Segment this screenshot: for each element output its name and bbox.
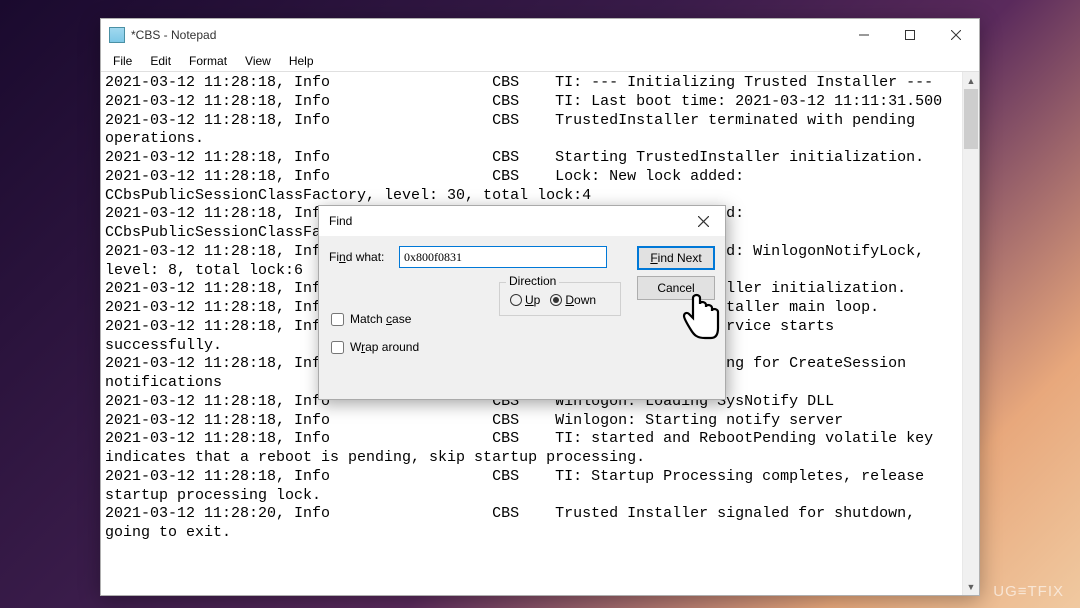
menu-format[interactable]: Format [181, 52, 235, 70]
direction-group: Direction Up Down [499, 282, 621, 316]
match-case-checkbox[interactable] [331, 313, 344, 326]
find-dialog: Find Find what: Find Next Cancel Match c… [318, 205, 726, 400]
vertical-scrollbar[interactable]: ▲ ▼ [962, 72, 979, 595]
find-close-button[interactable] [685, 208, 721, 234]
direction-label: Direction [506, 274, 559, 288]
direction-up-radio[interactable]: Up [510, 293, 540, 307]
direction-down-radio[interactable]: Down [550, 293, 596, 307]
window-title: *CBS - Notepad [131, 28, 841, 42]
find-body: Find what: Find Next Cancel Match case W… [319, 236, 725, 399]
menu-view[interactable]: View [237, 52, 279, 70]
find-what-input[interactable] [399, 246, 607, 268]
wrap-around-checkbox[interactable] [331, 341, 344, 354]
maximize-button[interactable] [887, 19, 933, 51]
window-controls [841, 19, 979, 51]
radio-icon [510, 294, 522, 306]
find-titlebar: Find [319, 206, 725, 236]
wrap-around-label: Wrap around [350, 340, 419, 354]
minimize-icon [859, 30, 869, 40]
close-icon [698, 216, 709, 227]
match-case-label: Match case [350, 312, 411, 326]
menu-file[interactable]: File [105, 52, 140, 70]
scroll-down-arrow[interactable]: ▼ [963, 578, 979, 595]
up-label: Up [525, 293, 540, 307]
find-next-button[interactable]: Find Next [637, 246, 715, 270]
scroll-thumb[interactable] [964, 89, 978, 149]
minimize-button[interactable] [841, 19, 887, 51]
titlebar: *CBS - Notepad [101, 19, 979, 51]
notepad-icon [109, 27, 125, 43]
menu-edit[interactable]: Edit [142, 52, 179, 70]
down-label: Down [565, 293, 596, 307]
scroll-up-arrow[interactable]: ▲ [963, 72, 979, 89]
maximize-icon [905, 30, 915, 40]
cancel-button[interactable]: Cancel [637, 276, 715, 300]
close-icon [951, 30, 961, 40]
find-what-label: Find what: [329, 250, 391, 264]
watermark: UG≡TFIX [993, 583, 1064, 600]
close-button[interactable] [933, 19, 979, 51]
menu-help[interactable]: Help [281, 52, 322, 70]
menubar: File Edit Format View Help [101, 51, 979, 71]
radio-icon [550, 294, 562, 306]
find-dialog-title: Find [329, 214, 685, 228]
